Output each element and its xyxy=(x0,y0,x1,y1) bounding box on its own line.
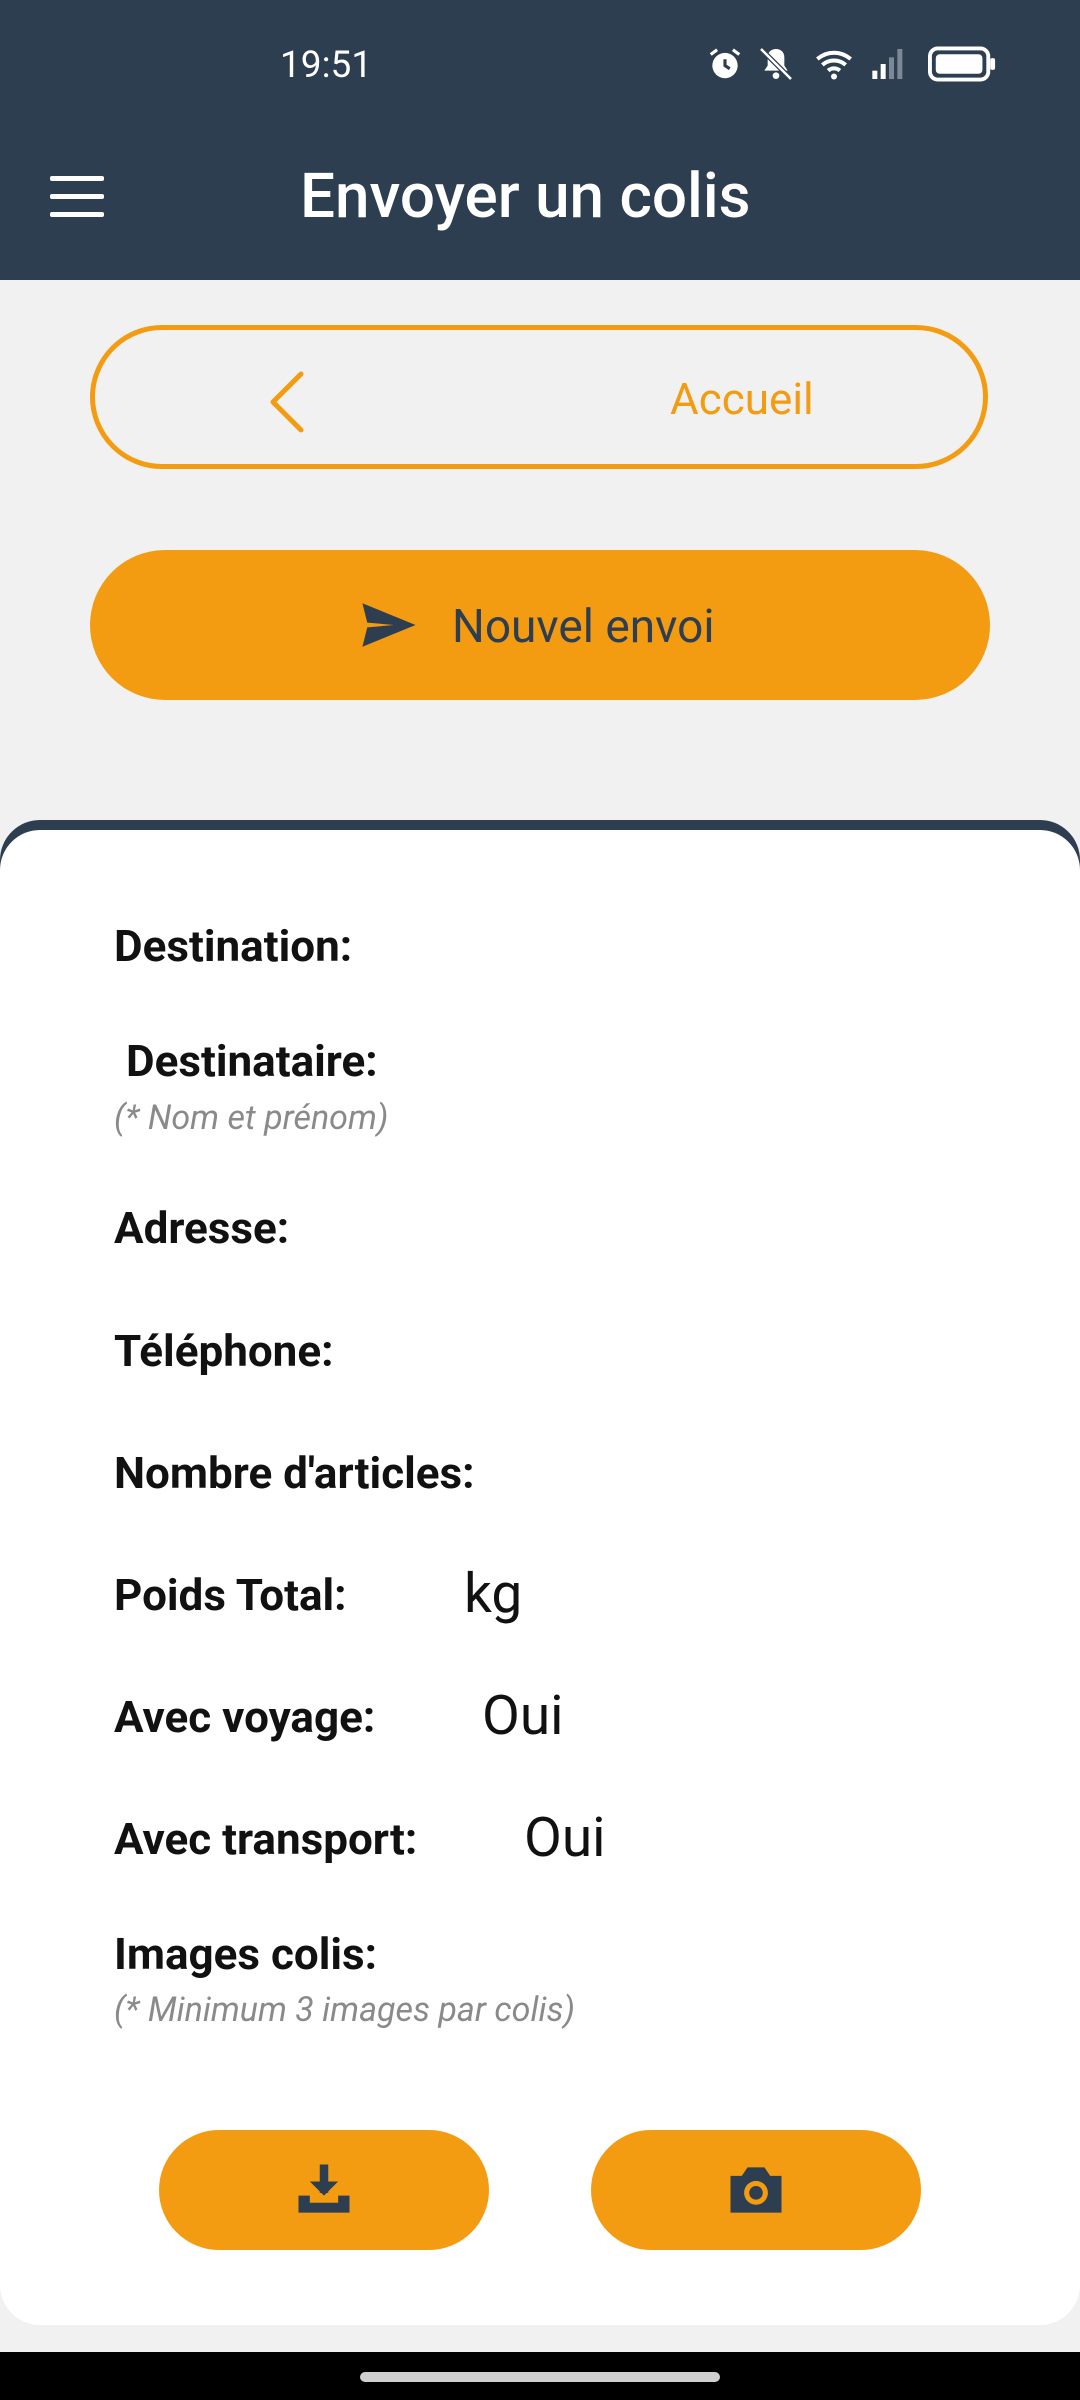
recipient-hint: (* Nom et prénom) xyxy=(114,1098,389,1138)
new-shipment-button[interactable]: Nouvel envoi xyxy=(90,550,990,700)
upload-icon xyxy=(298,2164,350,2213)
destination-label: Destination: xyxy=(114,920,353,972)
with-travel-label: Avec voyage: xyxy=(114,1691,376,1743)
camera-button[interactable] xyxy=(591,2130,921,2250)
articles-count-label: Nombre d'articles: xyxy=(114,1447,475,1499)
system-nav-bar xyxy=(0,2352,1080,2400)
total-weight-unit: kg xyxy=(464,1562,523,1626)
package-images-hint: (* Minimum 3 images par colis) xyxy=(114,1990,576,2030)
hamburger-icon xyxy=(50,176,104,181)
address-label: Adresse: xyxy=(114,1202,290,1254)
hamburger-icon-bar xyxy=(50,194,104,199)
new-shipment-label: Nouvel envoi xyxy=(452,600,715,654)
status-time: 19:51 xyxy=(280,44,373,87)
hamburger-icon-bar xyxy=(50,212,104,217)
signal-icon xyxy=(872,49,903,79)
recipient-label: Destinataire: xyxy=(126,1035,378,1087)
with-travel-value: Oui xyxy=(482,1684,564,1748)
alarm-icon xyxy=(709,48,741,79)
menu-button[interactable] xyxy=(48,170,108,230)
page-title: Envoyer un colis xyxy=(300,160,751,233)
app-bar: Envoyer un colis xyxy=(0,130,1080,280)
back-home-button[interactable]: Accueil xyxy=(90,325,988,469)
with-transport-value: Oui xyxy=(524,1806,606,1870)
package-images-label: Images colis: xyxy=(114,1928,378,1980)
send-icon xyxy=(362,603,416,647)
camera-icon xyxy=(730,2167,782,2213)
mute-icon xyxy=(759,47,793,81)
phone-label: Téléphone: xyxy=(114,1325,334,1377)
with-transport-label: Avec transport: xyxy=(114,1813,418,1865)
home-gesture-handle[interactable] xyxy=(360,2372,720,2382)
status-bar: 19:51 xyxy=(0,0,1080,130)
wifi-icon xyxy=(816,50,852,80)
battery-icon xyxy=(928,46,996,82)
total-weight-label: Poids Total: xyxy=(114,1569,347,1621)
chevron-left-icon xyxy=(270,371,304,433)
back-home-label: Accueil xyxy=(670,373,814,425)
upload-image-button[interactable] xyxy=(159,2130,489,2250)
